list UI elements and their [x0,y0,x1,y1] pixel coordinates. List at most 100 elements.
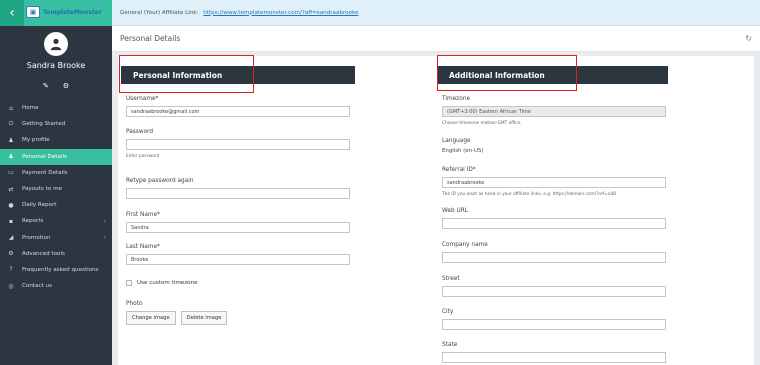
language-label: Language [442,138,471,144]
logo[interactable]: ▣ TemplateMonster [26,6,102,18]
last-name-label: Last Name* [126,244,160,250]
photo-field-group: Photo Change image Delete image [126,301,350,325]
street-field-group: Street [442,276,666,297]
affiliate-link[interactable]: https://www.templatemonster.com/?aff=san… [203,10,358,16]
language-field-group: Language English (en-US) [442,138,666,154]
sidebar-item-label: Personal Details [22,153,67,160]
sidebar-item-label: Contact us [22,283,53,290]
password-input[interactable] [126,139,350,150]
retype-password-label: Retype password again [126,178,194,184]
referral-field-group: Referral ID* sandraabrooke The ID you wa… [442,167,666,197]
profile-actions: ✎ ⚙ [0,82,112,90]
sidebar-item-label: Advanced tools [22,250,65,257]
referral-help: The ID you want as head in your affiliat… [442,192,616,197]
state-label: State [442,342,458,348]
sidebar-item-contact-us[interactable]: ◎ Contact us [0,278,112,294]
state-field-group: State [442,342,666,363]
password-field-group: Password Enter password [126,129,350,159]
user-name: Sandra Brooke [26,61,86,70]
company-label: Company name [442,242,488,248]
timezone-help: Choose timezone meteor-GMT office. [442,121,522,126]
personal-information-panel: Personal Information Username* sandraabr… [121,66,355,325]
pencil-icon[interactable]: ✎ [43,82,49,90]
language-value: English (en-US) [442,148,484,154]
web-url-field-group: Web URL [442,208,666,229]
megaphone-icon: ◢ [8,234,14,242]
custom-timezone-label: Use custom timezone [137,280,198,286]
photo-label: Photo [126,301,143,307]
chart-icon: ▪ [8,217,14,225]
gear-icon[interactable]: ⚙ [63,82,69,90]
affiliate-label: General (Your) Affiliate Link: [120,9,199,16]
refresh-icon[interactable]: ↻ [745,34,752,43]
timezone-label: Timezone [442,96,471,102]
sidebar-item-getting-started[interactable]: ⏻ Getting Started [0,116,112,132]
sidebar-item-payment-details[interactable]: ▭ Payment Details [0,165,112,181]
company-input[interactable] [442,252,666,263]
additional-information-panel: Additional Information Timezone (GMT+3:0… [437,66,668,363]
user-profile: Sandra Brooke ✎ ⚙ [0,26,112,90]
top-bar: ▣ TemplateMonster General (Your) Affilia… [26,0,760,26]
sidebar-item-label: Daily Report [22,202,57,209]
city-label: City [442,309,454,315]
state-input[interactable] [442,352,666,363]
custom-timezone-checkbox[interactable] [126,280,132,286]
globe-icon: ◎ [8,282,14,290]
timezone-field-group: Timezone (GMT+3:00) Eastern African Time… [442,96,666,126]
referral-input[interactable]: sandraabrooke [442,177,666,188]
sidebar-item-label: Reports [22,218,44,225]
chevron-left-icon: ‹ [103,234,106,242]
sidebar-item-payouts[interactable]: ⇄ Payouts to me [0,181,112,197]
street-input[interactable] [442,286,666,297]
password-label: Password [126,129,154,135]
sidebar-item-label: Getting Started [22,121,66,128]
sidebar-item-promotion[interactable]: ◢ Promotion ‹ [0,230,112,246]
city-input[interactable] [442,319,666,330]
referral-label: Referral ID* [442,167,476,173]
user-icon: ♟ [8,153,14,161]
arrows-icon: ⇄ [8,185,14,193]
sidebar-item-label: My profile [22,137,50,144]
username-label: Username* [126,96,159,102]
first-name-field-group: First Name* Sandra [126,212,350,233]
user-icon: ♟ [8,136,14,144]
username-input[interactable]: sandraabrooke@gmail.com [126,106,350,117]
back-button[interactable]: ‹ [0,0,24,26]
timezone-input: (GMT+3:00) Eastern African Time [442,106,666,117]
monitor-icon: ▣ [26,6,40,18]
avatar[interactable] [44,32,68,56]
last-name-input[interactable]: Brooke [126,254,350,265]
main-content: Personal Information Username* sandraabr… [118,56,754,365]
sidebar-item-label: Frequently asked questions [22,266,99,273]
sidebar-item-label: Promotion [22,234,51,241]
street-label: Street [442,276,460,282]
sidebar-item-home[interactable]: ⌂ Home [0,100,112,116]
sidebar-item-label: Payouts to me [22,186,62,193]
affiliate-link-bar: General (Your) Affiliate Link: https://w… [120,10,358,16]
sidebar-item-faq[interactable]: ? Frequently asked questions [0,262,112,278]
delete-image-button[interactable]: Delete image [180,311,228,325]
sidebar-item-reports[interactable]: ▪ Reports ‹ [0,213,112,229]
custom-timezone-row: Use custom timezone [126,280,350,286]
chevron-left-icon: ‹ [9,5,15,21]
sidebar-item-label: Payment Details [22,169,68,176]
sidebar-nav: ⌂ Home ⏻ Getting Started ♟ My profile ♟ … [0,100,112,294]
home-icon: ⌂ [9,104,13,112]
sidebar-item-advanced-tools[interactable]: ⚙ Advanced tools [0,246,112,262]
web-url-input[interactable] [442,218,666,229]
sidebar-item-daily-report[interactable]: ● Daily Report [0,197,112,213]
sidebar-item-personal-details[interactable]: ♟ Personal Details [0,148,112,165]
change-image-button[interactable]: Change image [126,311,176,325]
city-field-group: City [442,309,666,330]
retype-password-field-group: Retype password again [126,178,350,199]
last-name-field-group: Last Name* Brooke [126,244,350,265]
sidebar-item-my-profile[interactable]: ♟ My profile [0,132,112,148]
page-title: Personal Details [120,34,181,43]
retype-password-input[interactable] [126,188,350,199]
first-name-input[interactable]: Sandra [126,222,350,233]
power-icon: ⏻ [8,120,14,128]
company-field-group: Company name [442,242,666,263]
page-header: Personal Details ↻ [112,26,760,52]
sidebar: ‹ Sandra Brooke ✎ ⚙ ⌂ Home ⏻ Getting Sta… [0,0,112,365]
section-header: Personal Information [121,66,355,84]
